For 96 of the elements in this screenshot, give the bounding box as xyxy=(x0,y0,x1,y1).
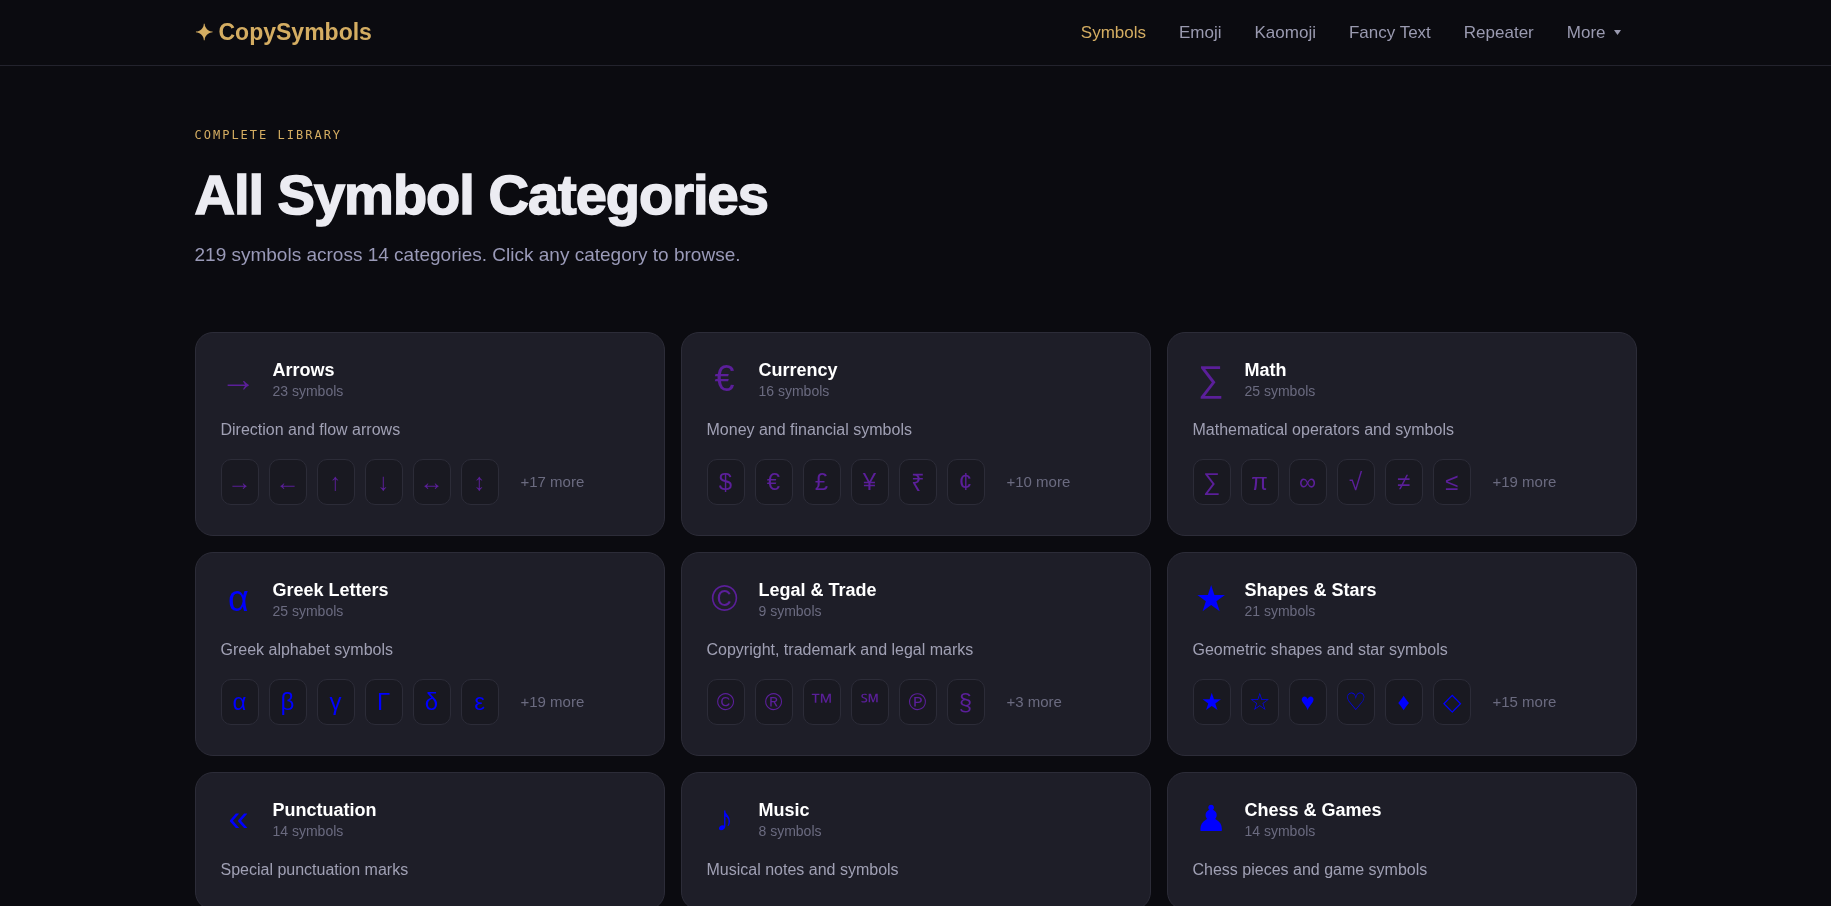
category-description: Money and financial symbols xyxy=(706,420,913,439)
nav-link[interactable]: Repeater xyxy=(1463,22,1534,43)
symbol-chip[interactable]: ∞ xyxy=(1288,458,1327,505)
symbol-chip[interactable]: $ xyxy=(706,458,745,505)
symbol-count: 9 symbols xyxy=(758,602,823,619)
category-description: Chess pieces and game symbols xyxy=(1192,860,1429,879)
symbol-chip[interactable]: © xyxy=(706,678,745,725)
category-glyph: © xyxy=(710,581,739,618)
symbol-chip[interactable]: π xyxy=(1240,458,1279,505)
category-name: Punctuation xyxy=(272,799,377,821)
symbol-count: 8 symbols xyxy=(758,822,822,839)
category-name: Greek Letters xyxy=(272,579,389,601)
category-glyph: → xyxy=(220,361,257,398)
symbol-chip[interactable]: ¢ xyxy=(946,458,985,505)
symbol-chip[interactable]: ™ xyxy=(802,678,841,725)
symbol-chip[interactable]: ◇ xyxy=(1432,678,1471,725)
category-name: Music xyxy=(758,799,811,821)
category-name: Chess & Games xyxy=(1244,799,1382,821)
category-name: Math xyxy=(1244,359,1288,381)
more-count: +15 more xyxy=(1492,693,1557,711)
symbol-count: 14 symbols xyxy=(1244,822,1317,839)
page-subtitle: 219 symbols across 14 categories. Click any category to browse. xyxy=(194,243,742,266)
symbol-chip[interactable]: € xyxy=(754,458,793,505)
category-card[interactable]: ∑ Math 25 symbols Mathematical operators and symbols ∑ π ∞ √ ≠ ≤ +19 more xyxy=(1166,331,1637,536)
category-card[interactable]: © Legal & Trade 9 symbols Copyright, trademark and legal marks © ® ™ ℠ ℗ § +3 more xyxy=(680,551,1151,756)
category-glyph: α xyxy=(227,581,250,618)
category-name: Shapes & Stars xyxy=(1244,579,1377,601)
symbol-chip[interactable]: ↓ xyxy=(364,458,403,505)
nav-link[interactable]: More xyxy=(1566,22,1621,43)
symbol-count: 23 symbols xyxy=(272,382,344,399)
symbol-chip[interactable]: ↕ xyxy=(460,458,499,505)
symbol-chip[interactable]: ≤ xyxy=(1432,458,1471,505)
more-count: +19 more xyxy=(1492,473,1557,491)
symbol-count: 25 symbols xyxy=(1244,382,1316,399)
category-description: Geometric shapes and star symbols xyxy=(1192,640,1449,659)
category-glyph: ∑ xyxy=(1196,361,1225,398)
symbol-chip[interactable]: γ xyxy=(316,678,355,725)
category-card[interactable]: € Currency 16 symbols Money and financial symbols $ € £ ¥ ₹ ¢ +10 more xyxy=(680,331,1151,536)
category-card[interactable]: α Greek Letters 25 symbols Greek alphabet symbols α β γ Γ δ ε +19 more xyxy=(194,551,665,756)
category-description: Musical notes and symbols xyxy=(706,860,900,879)
category-glyph: € xyxy=(713,361,736,398)
symbol-count: 25 symbols xyxy=(272,602,345,619)
category-glyph: ★ xyxy=(1193,581,1228,618)
section-eyebrow: COMPLETE LIBRARY xyxy=(194,128,344,142)
symbol-chip[interactable]: ♥ xyxy=(1288,678,1327,725)
symbol-chip[interactable]: α xyxy=(220,678,259,725)
page-title: All Symbol Categories xyxy=(194,164,769,226)
symbol-count: 14 symbols xyxy=(272,822,345,839)
symbol-chip[interactable]: ♡ xyxy=(1336,678,1375,725)
symbol-chip[interactable]: β xyxy=(268,678,307,725)
symbol-chip[interactable]: ★ xyxy=(1192,678,1231,725)
symbol-chip[interactable]: § xyxy=(946,678,985,725)
symbol-chip[interactable]: £ xyxy=(802,458,841,505)
category-name: Legal & Trade xyxy=(758,579,877,601)
nav-link[interactable]: Emoji xyxy=(1179,22,1222,43)
more-count: +19 more xyxy=(520,693,585,711)
symbol-chip[interactable]: ↑ xyxy=(316,458,355,505)
category-description: Copyright, trademark and legal marks xyxy=(706,640,975,659)
more-count: +10 more xyxy=(1006,473,1071,491)
symbol-chip[interactable]: ® xyxy=(754,678,793,725)
category-name: Currency xyxy=(758,359,838,381)
symbol-chip[interactable]: ¥ xyxy=(850,458,889,505)
more-count: +3 more xyxy=(1006,693,1062,711)
site-logo[interactable]: ✦ CopySymbols xyxy=(194,19,372,46)
symbol-chip[interactable]: Γ xyxy=(364,678,403,725)
category-description: Direction and flow arrows xyxy=(220,420,402,439)
symbol-chip[interactable]: ₹ xyxy=(898,458,937,505)
symbol-chip[interactable]: ♦ xyxy=(1384,678,1423,725)
symbol-chip[interactable]: ← xyxy=(268,458,307,505)
symbol-count: 16 symbols xyxy=(758,382,831,399)
more-count: +17 more xyxy=(520,473,585,491)
symbol-chip[interactable]: ℠ xyxy=(850,678,889,725)
symbol-chip[interactable]: ∑ xyxy=(1192,458,1231,505)
category-name: Arrows xyxy=(272,359,336,381)
category-card[interactable]: « Punctuation 14 symbols Special punctuation marks xyxy=(194,771,665,906)
nav-link[interactable]: Symbols xyxy=(1080,22,1146,43)
sparkle-icon: ✦ xyxy=(194,19,213,46)
category-card[interactable]: ♪ Music 8 symbols Musical notes and symbols xyxy=(680,771,1151,906)
category-glyph: « xyxy=(227,801,250,838)
symbol-chip[interactable]: ≠ xyxy=(1384,458,1423,505)
symbol-chip[interactable]: ☆ xyxy=(1240,678,1279,725)
symbol-chip[interactable]: ↔ xyxy=(412,458,451,505)
symbol-chip[interactable]: δ xyxy=(412,678,451,725)
logo-text: CopySymbols xyxy=(218,19,372,46)
category-description: Greek alphabet symbols xyxy=(220,640,395,659)
category-description: Mathematical operators and symbols xyxy=(1192,420,1455,439)
symbol-chip[interactable]: ℗ xyxy=(898,678,937,725)
nav-link[interactable]: Fancy Text xyxy=(1348,22,1431,43)
symbol-chip[interactable]: ε xyxy=(460,678,499,725)
symbol-chip[interactable]: → xyxy=(220,458,259,505)
category-glyph: ♪ xyxy=(714,801,735,838)
category-description: Special punctuation marks xyxy=(220,860,410,879)
symbol-count: 21 symbols xyxy=(1244,602,1317,619)
category-glyph: ♟ xyxy=(1193,801,1228,838)
symbol-chip[interactable]: √ xyxy=(1336,458,1375,505)
nav-link[interactable]: Kaomoji xyxy=(1254,22,1316,43)
